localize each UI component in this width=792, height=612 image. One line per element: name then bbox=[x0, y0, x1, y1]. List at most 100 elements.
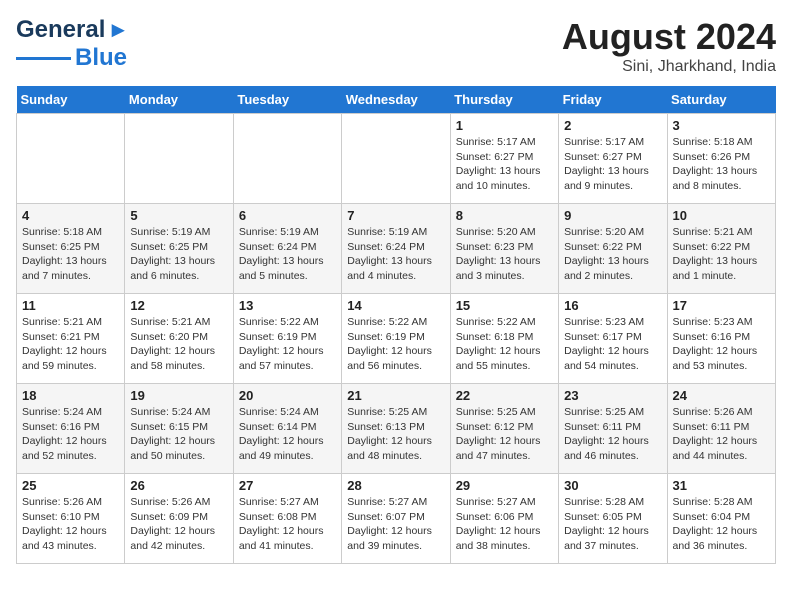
calendar-week-2: 4Sunrise: 5:18 AM Sunset: 6:25 PM Daylig… bbox=[17, 204, 776, 294]
calendar-cell: 6 Sunrise: 5:19 AM Sunset: 6:24 PM Daylig… bbox=[233, 204, 341, 294]
calendar-cell: 26Sunrise: 5:26 AM Sunset: 6:09 PM Dayli… bbox=[125, 474, 233, 564]
calendar-cell: 7 Sunrise: 5:19 AM Sunset: 6:24 PM Daylig… bbox=[342, 204, 450, 294]
day-info: Sunrise: 5:17 AM Sunset: 6:27 PM Dayligh… bbox=[456, 135, 553, 194]
calendar-week-3: 11Sunrise: 5:21 AM Sunset: 6:21 PM Dayli… bbox=[17, 294, 776, 384]
day-info: Sunrise: 5:19 AM Sunset: 6:25 PM Dayligh… bbox=[130, 225, 227, 284]
calendar-cell: 18 Sunrise: 5:24 AM Sunset: 6:16 PM Dayli… bbox=[17, 384, 125, 474]
page-title: August 2024 bbox=[562, 16, 776, 58]
day-number: 1 bbox=[456, 118, 553, 133]
title-area: August 2024 Sini, Jharkhand, India bbox=[562, 16, 776, 76]
calendar-cell: 4Sunrise: 5:18 AM Sunset: 6:25 PM Daylig… bbox=[17, 204, 125, 294]
day-info: Sunrise: 5:27 AM Sunset: 6:07 PM Dayligh… bbox=[347, 495, 444, 554]
day-number: 11 bbox=[22, 298, 119, 313]
calendar-cell: 27 Sunrise: 5:27 AM Sunset: 6:08 PM Dayli… bbox=[233, 474, 341, 564]
day-info: Sunrise: 5:28 AM Sunset: 6:05 PM Dayligh… bbox=[564, 495, 661, 554]
day-number: 10 bbox=[673, 208, 770, 223]
calendar-cell: 22 Sunrise: 5:25 AM Sunset: 6:12 PM Dayli… bbox=[450, 384, 558, 474]
day-info: Sunrise: 5:27 AM Sunset: 6:08 PM Dayligh… bbox=[239, 495, 336, 554]
logo-blue: Blue bbox=[75, 44, 127, 72]
day-number: 18 bbox=[22, 388, 119, 403]
calendar-cell bbox=[233, 114, 341, 204]
day-info: Sunrise: 5:19 AM Sunset: 6:24 PM Dayligh… bbox=[239, 225, 336, 284]
calendar-header-row: SundayMondayTuesdayWednesdayThursdayFrid… bbox=[17, 86, 776, 114]
logo-general: General bbox=[16, 16, 105, 44]
day-number: 25 bbox=[22, 478, 119, 493]
calendar-header-wednesday: Wednesday bbox=[342, 86, 450, 114]
calendar-cell: 5 Sunrise: 5:19 AM Sunset: 6:25 PM Daylig… bbox=[125, 204, 233, 294]
day-number: 22 bbox=[456, 388, 553, 403]
day-info: Sunrise: 5:22 AM Sunset: 6:18 PM Dayligh… bbox=[456, 315, 553, 374]
day-info: Sunrise: 5:24 AM Sunset: 6:16 PM Dayligh… bbox=[22, 405, 119, 464]
day-info: Sunrise: 5:20 AM Sunset: 6:23 PM Dayligh… bbox=[456, 225, 553, 284]
day-info: Sunrise: 5:25 AM Sunset: 6:11 PM Dayligh… bbox=[564, 405, 661, 464]
calendar-cell: 11Sunrise: 5:21 AM Sunset: 6:21 PM Dayli… bbox=[17, 294, 125, 384]
day-info: Sunrise: 5:20 AM Sunset: 6:22 PM Dayligh… bbox=[564, 225, 661, 284]
day-number: 6 bbox=[239, 208, 336, 223]
calendar-cell: 14Sunrise: 5:22 AM Sunset: 6:19 PM Dayli… bbox=[342, 294, 450, 384]
day-number: 21 bbox=[347, 388, 444, 403]
calendar-cell: 17Sunrise: 5:23 AM Sunset: 6:16 PM Dayli… bbox=[667, 294, 775, 384]
day-number: 16 bbox=[564, 298, 661, 313]
calendar-cell: 12 Sunrise: 5:21 AM Sunset: 6:20 PM Dayli… bbox=[125, 294, 233, 384]
day-info: Sunrise: 5:17 AM Sunset: 6:27 PM Dayligh… bbox=[564, 135, 661, 194]
calendar-cell: 8 Sunrise: 5:20 AM Sunset: 6:23 PM Daylig… bbox=[450, 204, 558, 294]
day-number: 24 bbox=[673, 388, 770, 403]
calendar-cell: 23 Sunrise: 5:25 AM Sunset: 6:11 PM Dayli… bbox=[559, 384, 667, 474]
calendar-cell: 24 Sunrise: 5:26 AM Sunset: 6:11 PM Dayli… bbox=[667, 384, 775, 474]
day-number: 30 bbox=[564, 478, 661, 493]
calendar-table: SundayMondayTuesdayWednesdayThursdayFrid… bbox=[16, 86, 776, 564]
day-number: 28 bbox=[347, 478, 444, 493]
day-info: Sunrise: 5:21 AM Sunset: 6:20 PM Dayligh… bbox=[130, 315, 227, 374]
day-number: 13 bbox=[239, 298, 336, 313]
day-info: Sunrise: 5:25 AM Sunset: 6:12 PM Dayligh… bbox=[456, 405, 553, 464]
day-number: 12 bbox=[130, 298, 227, 313]
calendar-cell: 9 Sunrise: 5:20 AM Sunset: 6:22 PM Daylig… bbox=[559, 204, 667, 294]
day-number: 9 bbox=[564, 208, 661, 223]
calendar-cell bbox=[125, 114, 233, 204]
day-info: Sunrise: 5:23 AM Sunset: 6:17 PM Dayligh… bbox=[564, 315, 661, 374]
day-info: Sunrise: 5:22 AM Sunset: 6:19 PM Dayligh… bbox=[239, 315, 336, 374]
calendar-header-monday: Monday bbox=[125, 86, 233, 114]
calendar-cell: 25 Sunrise: 5:26 AM Sunset: 6:10 PM Dayli… bbox=[17, 474, 125, 564]
day-info: Sunrise: 5:26 AM Sunset: 6:09 PM Dayligh… bbox=[130, 495, 227, 554]
day-number: 8 bbox=[456, 208, 553, 223]
day-info: Sunrise: 5:22 AM Sunset: 6:19 PM Dayligh… bbox=[347, 315, 444, 374]
logo-arrow-icon: ► bbox=[107, 17, 129, 43]
calendar-header-thursday: Thursday bbox=[450, 86, 558, 114]
day-number: 29 bbox=[456, 478, 553, 493]
day-number: 2 bbox=[564, 118, 661, 133]
calendar-cell: 20 Sunrise: 5:24 AM Sunset: 6:14 PM Dayli… bbox=[233, 384, 341, 474]
day-number: 4 bbox=[22, 208, 119, 223]
calendar-cell: 3 Sunrise: 5:18 AM Sunset: 6:26 PM Daylig… bbox=[667, 114, 775, 204]
day-info: Sunrise: 5:21 AM Sunset: 6:22 PM Dayligh… bbox=[673, 225, 770, 284]
calendar-week-4: 18 Sunrise: 5:24 AM Sunset: 6:16 PM Dayli… bbox=[17, 384, 776, 474]
calendar-cell: 1 Sunrise: 5:17 AM Sunset: 6:27 PM Daylig… bbox=[450, 114, 558, 204]
calendar-cell: 31Sunrise: 5:28 AM Sunset: 6:04 PM Dayli… bbox=[667, 474, 775, 564]
calendar-cell: 28 Sunrise: 5:27 AM Sunset: 6:07 PM Dayli… bbox=[342, 474, 450, 564]
day-info: Sunrise: 5:18 AM Sunset: 6:26 PM Dayligh… bbox=[673, 135, 770, 194]
day-info: Sunrise: 5:24 AM Sunset: 6:15 PM Dayligh… bbox=[130, 405, 227, 464]
calendar-week-1: 1 Sunrise: 5:17 AM Sunset: 6:27 PM Daylig… bbox=[17, 114, 776, 204]
calendar-cell: 30 Sunrise: 5:28 AM Sunset: 6:05 PM Dayli… bbox=[559, 474, 667, 564]
day-info: Sunrise: 5:25 AM Sunset: 6:13 PM Dayligh… bbox=[347, 405, 444, 464]
day-number: 27 bbox=[239, 478, 336, 493]
day-info: Sunrise: 5:27 AM Sunset: 6:06 PM Dayligh… bbox=[456, 495, 553, 554]
day-number: 17 bbox=[673, 298, 770, 313]
day-info: Sunrise: 5:26 AM Sunset: 6:11 PM Dayligh… bbox=[673, 405, 770, 464]
calendar-header-friday: Friday bbox=[559, 86, 667, 114]
calendar-cell: 29 Sunrise: 5:27 AM Sunset: 6:06 PM Dayli… bbox=[450, 474, 558, 564]
day-info: Sunrise: 5:19 AM Sunset: 6:24 PM Dayligh… bbox=[347, 225, 444, 284]
day-info: Sunrise: 5:28 AM Sunset: 6:04 PM Dayligh… bbox=[673, 495, 770, 554]
day-info: Sunrise: 5:24 AM Sunset: 6:14 PM Dayligh… bbox=[239, 405, 336, 464]
header: General ► Blue August 2024 Sini, Jharkha… bbox=[16, 16, 776, 76]
calendar-cell: 21 Sunrise: 5:25 AM Sunset: 6:13 PM Dayli… bbox=[342, 384, 450, 474]
day-number: 7 bbox=[347, 208, 444, 223]
day-number: 20 bbox=[239, 388, 336, 403]
day-info: Sunrise: 5:26 AM Sunset: 6:10 PM Dayligh… bbox=[22, 495, 119, 554]
calendar-header-saturday: Saturday bbox=[667, 86, 775, 114]
day-number: 3 bbox=[673, 118, 770, 133]
day-number: 23 bbox=[564, 388, 661, 403]
calendar-cell: 15Sunrise: 5:22 AM Sunset: 6:18 PM Dayli… bbox=[450, 294, 558, 384]
day-number: 5 bbox=[130, 208, 227, 223]
logo-underline bbox=[16, 57, 71, 60]
